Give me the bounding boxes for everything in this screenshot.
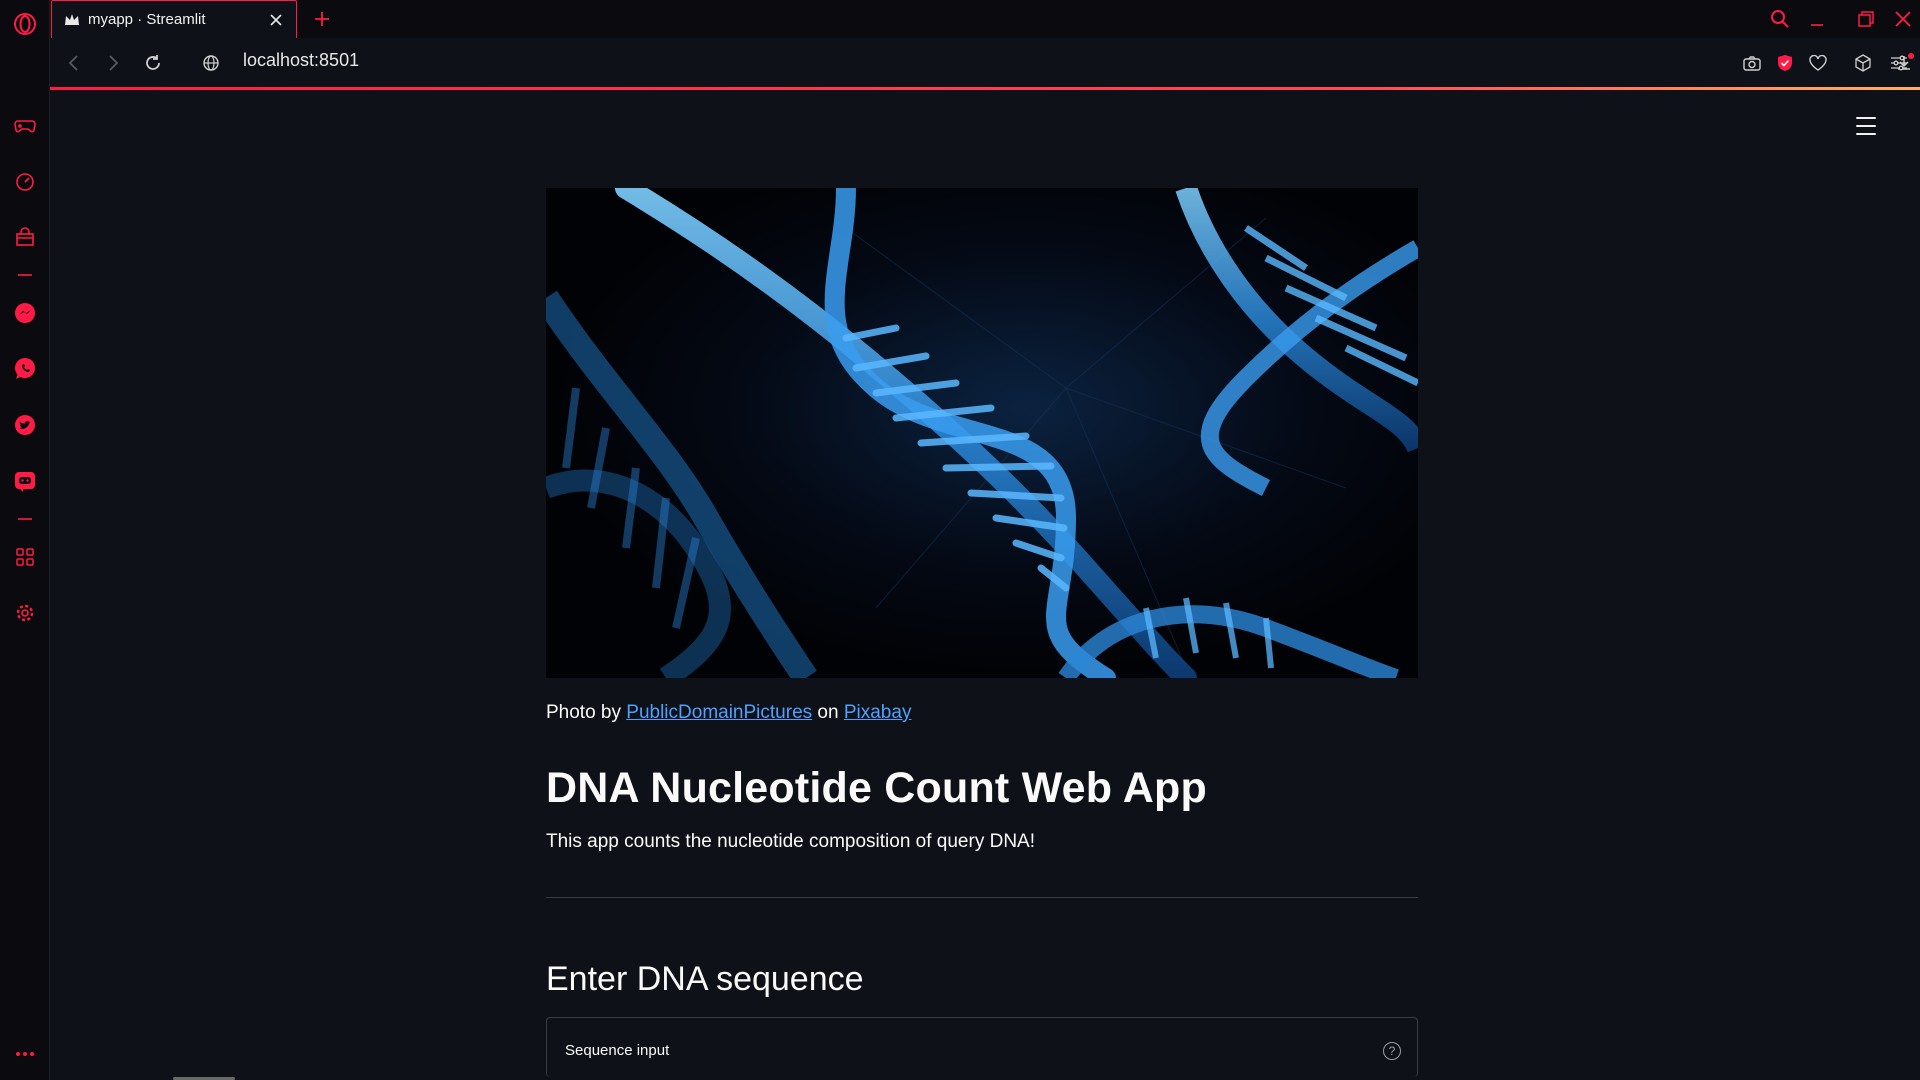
main-content: Photo by PublicDomainPictures on Pixabay… [546, 188, 1418, 1077]
url-text[interactable]: localhost:8501 [243, 50, 359, 71]
close-tab-icon[interactable] [264, 8, 288, 32]
speedometer-icon[interactable] [11, 167, 39, 195]
address-bar-row: localhost:8501 [50, 38, 1920, 88]
sidebar-separator [18, 274, 32, 276]
credit-mid: on [812, 702, 844, 723]
minimize-window-button[interactable] [1800, 4, 1834, 34]
settings-icon[interactable] [11, 599, 39, 627]
tab-title: myapp · Streamlit [88, 11, 206, 28]
tab-strip: myapp · Streamlit [50, 0, 1920, 38]
page-title: DNA Nucleotide Count Web App [546, 764, 1207, 812]
opera-logo-icon[interactable] [11, 10, 39, 38]
whatsapp-icon[interactable] [11, 355, 39, 383]
page-subtitle: This app counts the nucleotide compositi… [546, 831, 1035, 852]
app-menu-hamburger-icon[interactable] [1854, 114, 1878, 138]
search-icon[interactable] [1763, 4, 1797, 34]
sidebar-separator [18, 518, 32, 520]
browser-sidebar [0, 0, 50, 1080]
streamlit-app: Photo by PublicDomainPictures on Pixabay… [50, 90, 1920, 1080]
section-header: Enter DNA sequence [546, 960, 864, 998]
pixabay-link[interactable]: Pixabay [844, 702, 912, 723]
photo-credit: Photo by PublicDomainPictures on Pixabay [546, 702, 1418, 724]
twitter-icon[interactable] [11, 411, 39, 439]
horizontal-divider [546, 897, 1418, 898]
close-window-button[interactable] [1886, 4, 1920, 34]
easy-setup-sliders-icon[interactable] [1884, 48, 1914, 78]
new-tab-button[interactable] [308, 5, 336, 33]
reload-button[interactable] [138, 48, 168, 78]
tab-myapp[interactable]: myapp · Streamlit [51, 0, 297, 38]
extensions-cube-icon[interactable] [1848, 48, 1878, 78]
dna-hero-image [546, 188, 1418, 678]
help-question-icon[interactable]: ? [1383, 1042, 1401, 1060]
discord-icon[interactable] [11, 467, 39, 495]
gamepad-icon[interactable] [11, 111, 39, 139]
restore-window-button[interactable] [1849, 4, 1883, 34]
more-icon[interactable] [11, 1040, 39, 1068]
streamlit-crown-icon [64, 12, 80, 28]
ad-blocker-shield-icon[interactable] [1770, 48, 1800, 78]
forward-button[interactable] [98, 48, 128, 78]
back-button[interactable] [59, 48, 89, 78]
messenger-icon[interactable] [11, 299, 39, 327]
extensions-grid-icon[interactable] [11, 543, 39, 571]
credit-prefix: Photo by [546, 702, 627, 723]
site-info-globe-icon[interactable] [196, 48, 226, 78]
sequence-input-field[interactable]: Sequence input ? [546, 1017, 1418, 1077]
sequence-input-label: Sequence input [565, 1042, 670, 1059]
author-link[interactable]: PublicDomainPictures [626, 702, 812, 723]
bookmark-heart-icon[interactable] [1803, 48, 1833, 78]
bag-icon[interactable] [11, 223, 39, 251]
snapshot-camera-icon[interactable] [1737, 48, 1767, 78]
